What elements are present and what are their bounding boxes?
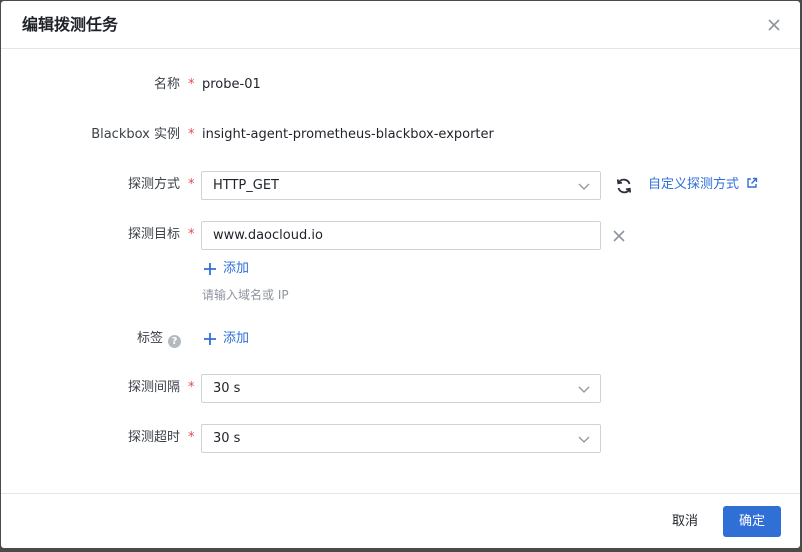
chevron-down-icon (578, 386, 590, 393)
timeout-row: 探测超时 * 30 s (1, 424, 800, 453)
method-label: 探测方式 (127, 177, 180, 192)
dialog-title: 编辑拨测任务 (22, 15, 119, 34)
required-mark: * (188, 127, 195, 142)
plus-icon (204, 333, 216, 345)
close-icon[interactable] (764, 15, 784, 35)
remove-target-icon[interactable] (613, 230, 625, 242)
add-target-button[interactable]: 添加 (203, 259, 249, 279)
target-input[interactable]: www.daocloud.io (201, 221, 601, 250)
confirm-button[interactable]: 确定 (723, 506, 781, 537)
method-row: 探测方式 * HTTP_GET 自定义探测方式 (1, 171, 800, 200)
name-label: 名称 (153, 77, 180, 92)
interval-select[interactable]: 30 s (201, 374, 601, 403)
add-target-label: 添加 (223, 261, 250, 276)
refresh-icon[interactable] (614, 176, 634, 196)
timeout-select[interactable]: 30 s (201, 424, 601, 453)
interval-row: 探测间隔 * 30 s (1, 374, 800, 403)
method-select[interactable]: HTTP_GET (201, 171, 601, 200)
required-mark: * (188, 177, 195, 192)
blackbox-value: insight-agent-prometheus-blackbox-export… (202, 127, 494, 142)
add-tag-label: 添加 (223, 331, 250, 346)
interval-select-value: 30 s (213, 381, 241, 396)
tags-row: 标签? 添加 (1, 329, 800, 349)
dialog-header: 编辑拨测任务 (1, 1, 800, 49)
custom-method-link-label: 自定义探测方式 (648, 177, 740, 192)
blackbox-row: Blackbox 实例 * insight-agent-prometheus-b… (1, 125, 800, 145)
question-icon[interactable]: ? (168, 335, 181, 348)
plus-icon (204, 263, 216, 275)
required-mark: * (188, 77, 195, 92)
target-input-value: www.daocloud.io (213, 228, 323, 243)
timeout-label: 探测超时 (127, 430, 180, 445)
add-tag-button[interactable]: 添加 (203, 329, 249, 349)
name-row: 名称 * probe-01 (1, 75, 800, 95)
blackbox-label: Blackbox 实例 (91, 127, 180, 142)
required-mark: * (188, 227, 195, 242)
edit-probe-dialog: 编辑拨测任务 名称 * probe-01 Blackbox 实例 * insig… (1, 1, 800, 548)
chevron-down-icon (578, 436, 590, 443)
method-select-value: HTTP_GET (213, 178, 279, 193)
tags-label-text: 标签 (136, 331, 163, 346)
name-value: probe-01 (202, 77, 261, 92)
custom-method-link[interactable]: 自定义探测方式 (648, 175, 758, 195)
dialog-footer: 取消 确定 (1, 493, 800, 548)
target-label: 探测目标 (127, 227, 180, 242)
interval-label: 探测间隔 (127, 380, 180, 395)
target-hint: 请输入域名或 IP (202, 288, 289, 302)
external-link-icon (747, 177, 758, 188)
required-mark: * (188, 430, 195, 445)
target-row: 探测目标 * www.daocloud.io (1, 221, 800, 250)
timeout-select-value: 30 s (213, 431, 241, 446)
chevron-down-icon (578, 183, 590, 190)
required-mark: * (188, 380, 195, 395)
tags-label: 标签? (137, 329, 181, 349)
cancel-button[interactable]: 取消 (658, 507, 712, 537)
